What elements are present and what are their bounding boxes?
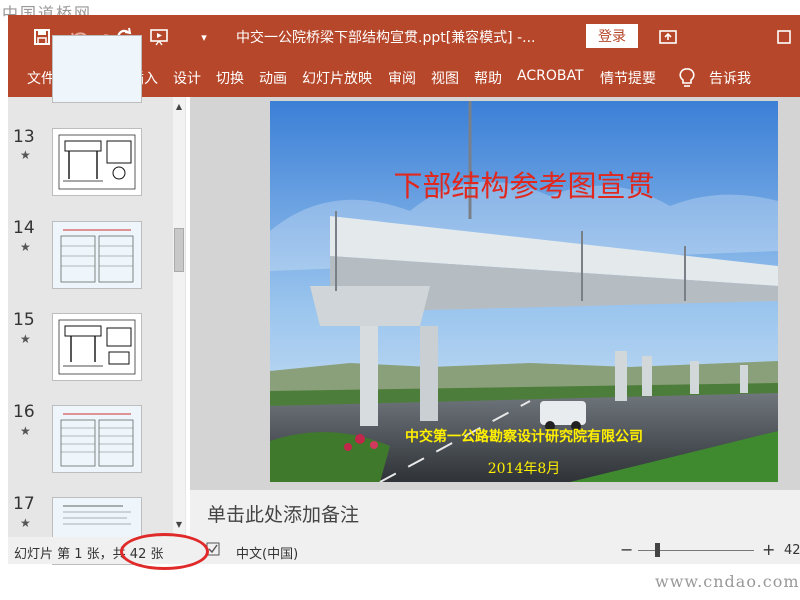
present-icon[interactable] bbox=[148, 25, 172, 49]
slide-thumbnail-15[interactable] bbox=[52, 313, 142, 381]
animation-star-icon: ★ bbox=[20, 424, 31, 438]
slide-editor: 下部结构参考图宣贯 中交第一公路勘察设计研究院有限公司 2014年8月 单击此处… bbox=[190, 97, 800, 537]
slide-thumbnail-16[interactable] bbox=[52, 405, 142, 473]
notes-pane[interactable]: 单击此处添加备注 bbox=[190, 490, 800, 537]
slide-thumbnail-12[interactable] bbox=[52, 35, 142, 103]
notes-placeholder[interactable]: 单击此处添加备注 bbox=[207, 500, 359, 527]
login-button[interactable]: 登录 bbox=[586, 24, 638, 48]
zoom-slider-thumb[interactable] bbox=[655, 543, 660, 557]
tab-animations[interactable]: 动画 bbox=[259, 68, 287, 88]
bridge-photo bbox=[270, 101, 778, 482]
animation-star-icon: ★ bbox=[20, 148, 31, 162]
slide-number-16: 16 bbox=[13, 402, 35, 422]
lightbulb-icon[interactable] bbox=[675, 66, 699, 90]
animation-star-icon: ★ bbox=[20, 240, 31, 254]
slide-number-14: 14 bbox=[13, 218, 35, 238]
slides-panel: 13 ★ 14 ★ 15 ★ 16 ★ 17 ★ ▲ ▼ bbox=[8, 35, 186, 565]
slide-date: 2014年8月 bbox=[487, 461, 561, 477]
current-slide[interactable]: 下部结构参考图宣贯 中交第一公路勘察设计研究院有限公司 2014年8月 bbox=[270, 101, 778, 482]
tab-view[interactable]: 视图 bbox=[431, 68, 459, 88]
animation-star-icon: ★ bbox=[20, 332, 31, 346]
slide-number-17: 17 bbox=[13, 494, 35, 514]
tab-design[interactable]: 设计 bbox=[173, 68, 201, 88]
customize-icon[interactable]: ▾ bbox=[192, 25, 216, 49]
tab-acrobat[interactable]: ACROBAT bbox=[517, 68, 584, 84]
scrollbar-thumb[interactable] bbox=[174, 228, 184, 272]
tab-slideshow[interactable]: 幻灯片放映 bbox=[302, 68, 372, 88]
save-icon[interactable] bbox=[30, 25, 54, 49]
scroll-down-icon[interactable]: ▼ bbox=[173, 517, 185, 531]
slide-number-15: 15 bbox=[13, 310, 35, 330]
slide-thumbnail-13[interactable] bbox=[52, 128, 142, 196]
tab-file[interactable]: 文件 bbox=[27, 68, 55, 88]
slides-scrollbar[interactable]: ▲ ▼ bbox=[173, 97, 185, 537]
document-title: 中交一公院桥梁下部结构宣贯.ppt[兼容模式] -... bbox=[236, 30, 536, 46]
animation-star-icon: ★ bbox=[20, 516, 31, 530]
tab-transitions[interactable]: 切换 bbox=[216, 68, 244, 88]
language-indicator[interactable]: 中文(中国) bbox=[236, 543, 298, 562]
watermark-bottom-right: www.cndao.com bbox=[655, 572, 800, 591]
tell-me-search[interactable]: 告诉我 bbox=[709, 68, 751, 88]
tab-help[interactable]: 帮助 bbox=[474, 68, 502, 88]
tab-review[interactable]: 审阅 bbox=[388, 68, 416, 88]
zoom-out-button[interactable]: − bbox=[620, 540, 633, 559]
restore-icon[interactable] bbox=[772, 25, 796, 49]
scroll-up-icon[interactable]: ▲ bbox=[173, 99, 185, 113]
zoom-percentage[interactable]: 42 bbox=[784, 543, 800, 558]
slide-thumbnail-14[interactable] bbox=[52, 221, 142, 289]
slide-number-13: 13 bbox=[13, 127, 35, 147]
ribbon-display-icon[interactable] bbox=[656, 25, 680, 49]
slide-title: 下部结构参考图宣贯 bbox=[393, 169, 655, 203]
highlight-ellipse bbox=[120, 533, 209, 570]
zoom-in-button[interactable]: + bbox=[762, 540, 775, 559]
slide-organization: 中交第一公路勘察设计研究院有限公司 bbox=[405, 429, 643, 445]
tab-storyboarding[interactable]: 情节提要 bbox=[600, 68, 656, 88]
